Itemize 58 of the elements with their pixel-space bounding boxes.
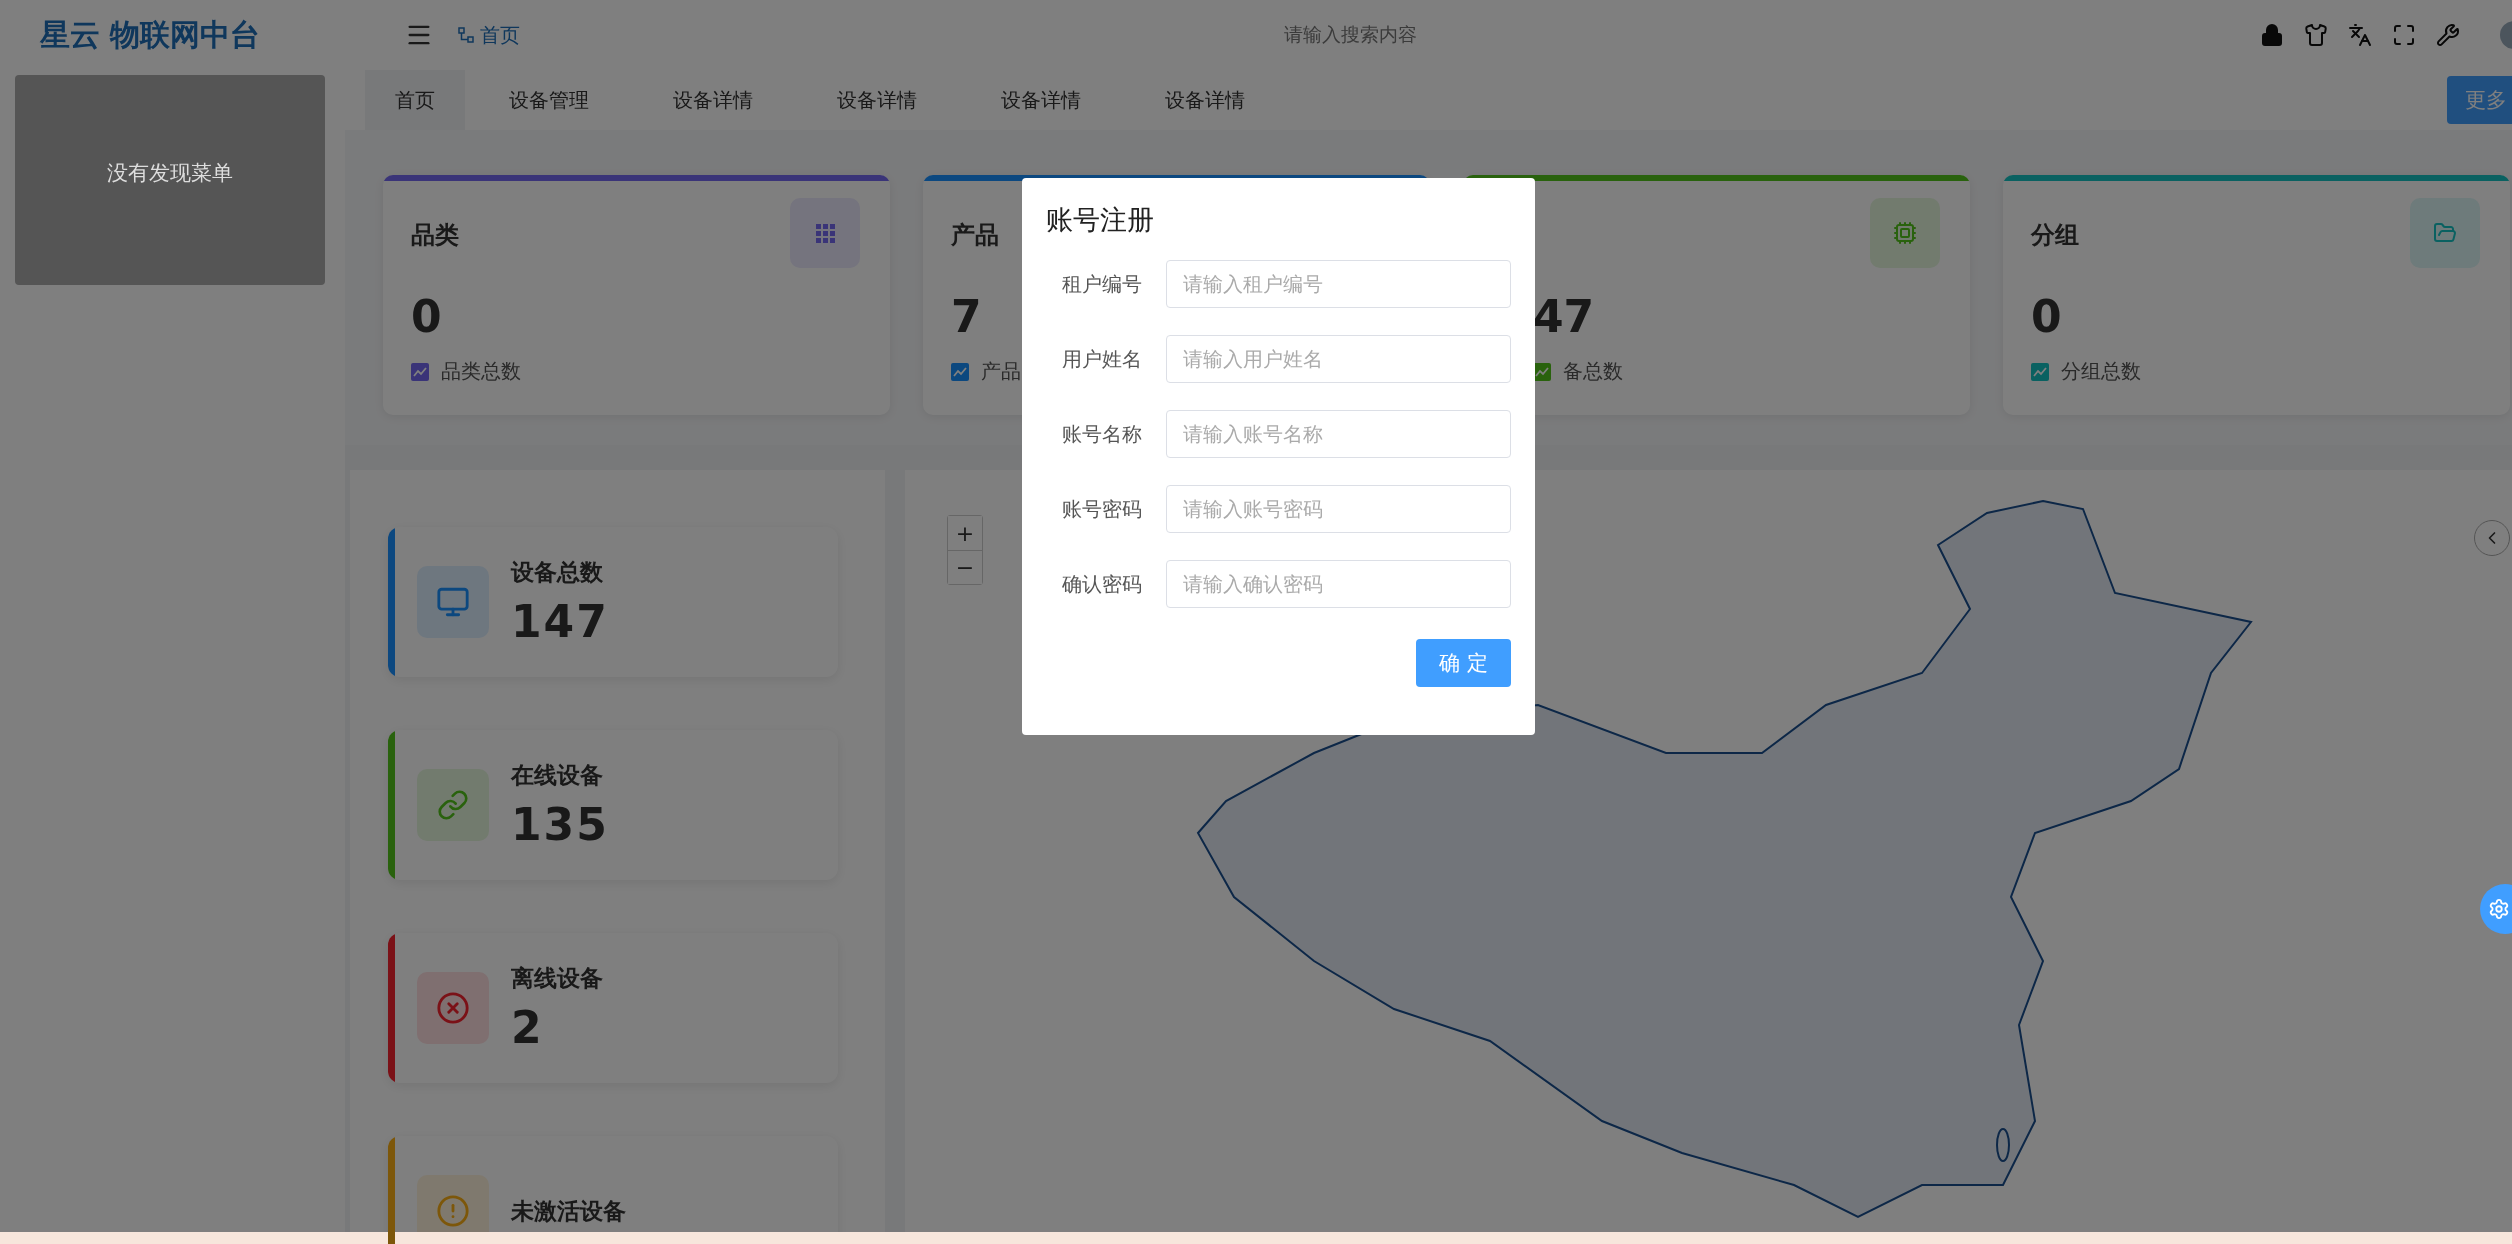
card-value: 0 [2031, 291, 2062, 342]
card-title: 未激活设备 [511, 1196, 626, 1226]
search-field[interactable]: 请输入搜索内容 [1140, 23, 1560, 47]
dialog-title: 账号注册 [1046, 203, 1155, 237]
chip-icon [1893, 221, 1917, 245]
input-field[interactable]: 请输入用户姓名 [1166, 335, 1511, 383]
card-value: 47 [1533, 291, 1595, 342]
link-icon [437, 789, 469, 821]
gear-icon [2488, 898, 2510, 920]
monitor-icon [436, 585, 470, 619]
translate-icon[interactable] [2348, 23, 2372, 47]
field-label: 账号密码 [1061, 495, 1143, 523]
grid-icon [815, 223, 835, 243]
confirm-button[interactable]: 确 定 [1416, 639, 1511, 687]
card-title: 品类 [411, 220, 459, 251]
trend-icon [411, 362, 429, 381]
input-field[interactable]: 请输入账号密码 [1166, 485, 1511, 533]
card-value: 2 [511, 1002, 545, 1053]
app-logo: 星云 物联网中台 [40, 15, 262, 54]
card-label: 分组总数 [2061, 358, 2141, 385]
trend-icon [2031, 362, 2049, 381]
card-value: 7 [951, 291, 982, 342]
close-circle-icon [436, 991, 470, 1025]
card-title: 离线设备 [511, 964, 603, 993]
lock-icon[interactable] [2260, 23, 2284, 47]
wrench-icon[interactable] [2436, 23, 2460, 47]
zoom-out-button[interactable]: − [948, 550, 982, 584]
card-value: 135 [511, 799, 609, 850]
page-tab[interactable]: 设备详情 [967, 70, 1115, 130]
page-tab[interactable]: 设备管理 [475, 70, 623, 130]
shirt-icon[interactable] [2304, 23, 2328, 47]
input-field[interactable]: 请输入租户编号 [1166, 260, 1511, 308]
trend-icon [951, 362, 969, 381]
flow-icon [458, 27, 474, 43]
page-tab[interactable]: 设备详情 [803, 70, 951, 130]
alert-icon [436, 1194, 470, 1228]
field-label: 确认密码 [1061, 570, 1143, 598]
card-label: 品类总数 [441, 358, 521, 385]
page-tab[interactable]: 首页 [365, 70, 465, 130]
card-label: 备总数 [1563, 358, 1623, 385]
empty-menu-text: 没有发现菜单 [107, 160, 233, 187]
card-title: 产品 [951, 220, 999, 251]
card-value: 0 [411, 291, 442, 342]
field-label: 租户编号 [1061, 270, 1143, 298]
breadcrumb-link[interactable]: 首页 [458, 21, 520, 49]
card-title: 在线设备 [511, 761, 604, 790]
folder-icon [2433, 221, 2457, 245]
field-label: 账号名称 [1061, 420, 1143, 448]
card-value: 147 [511, 596, 609, 647]
input-field[interactable]: 请输入账号名称 [1166, 410, 1511, 458]
field-label: 用户姓名 [1061, 345, 1143, 373]
fullscreen-icon[interactable] [2392, 23, 2416, 47]
page-tab[interactable]: 设备详情 [1131, 70, 1279, 130]
page-tab[interactable]: 设备详情 [639, 70, 787, 130]
card-label: 产品 [981, 358, 1021, 385]
card-title: 设备总数 [511, 558, 604, 587]
card-title: 分组 [2031, 220, 2079, 251]
input-field[interactable]: 请输入确认密码 [1166, 560, 1511, 608]
